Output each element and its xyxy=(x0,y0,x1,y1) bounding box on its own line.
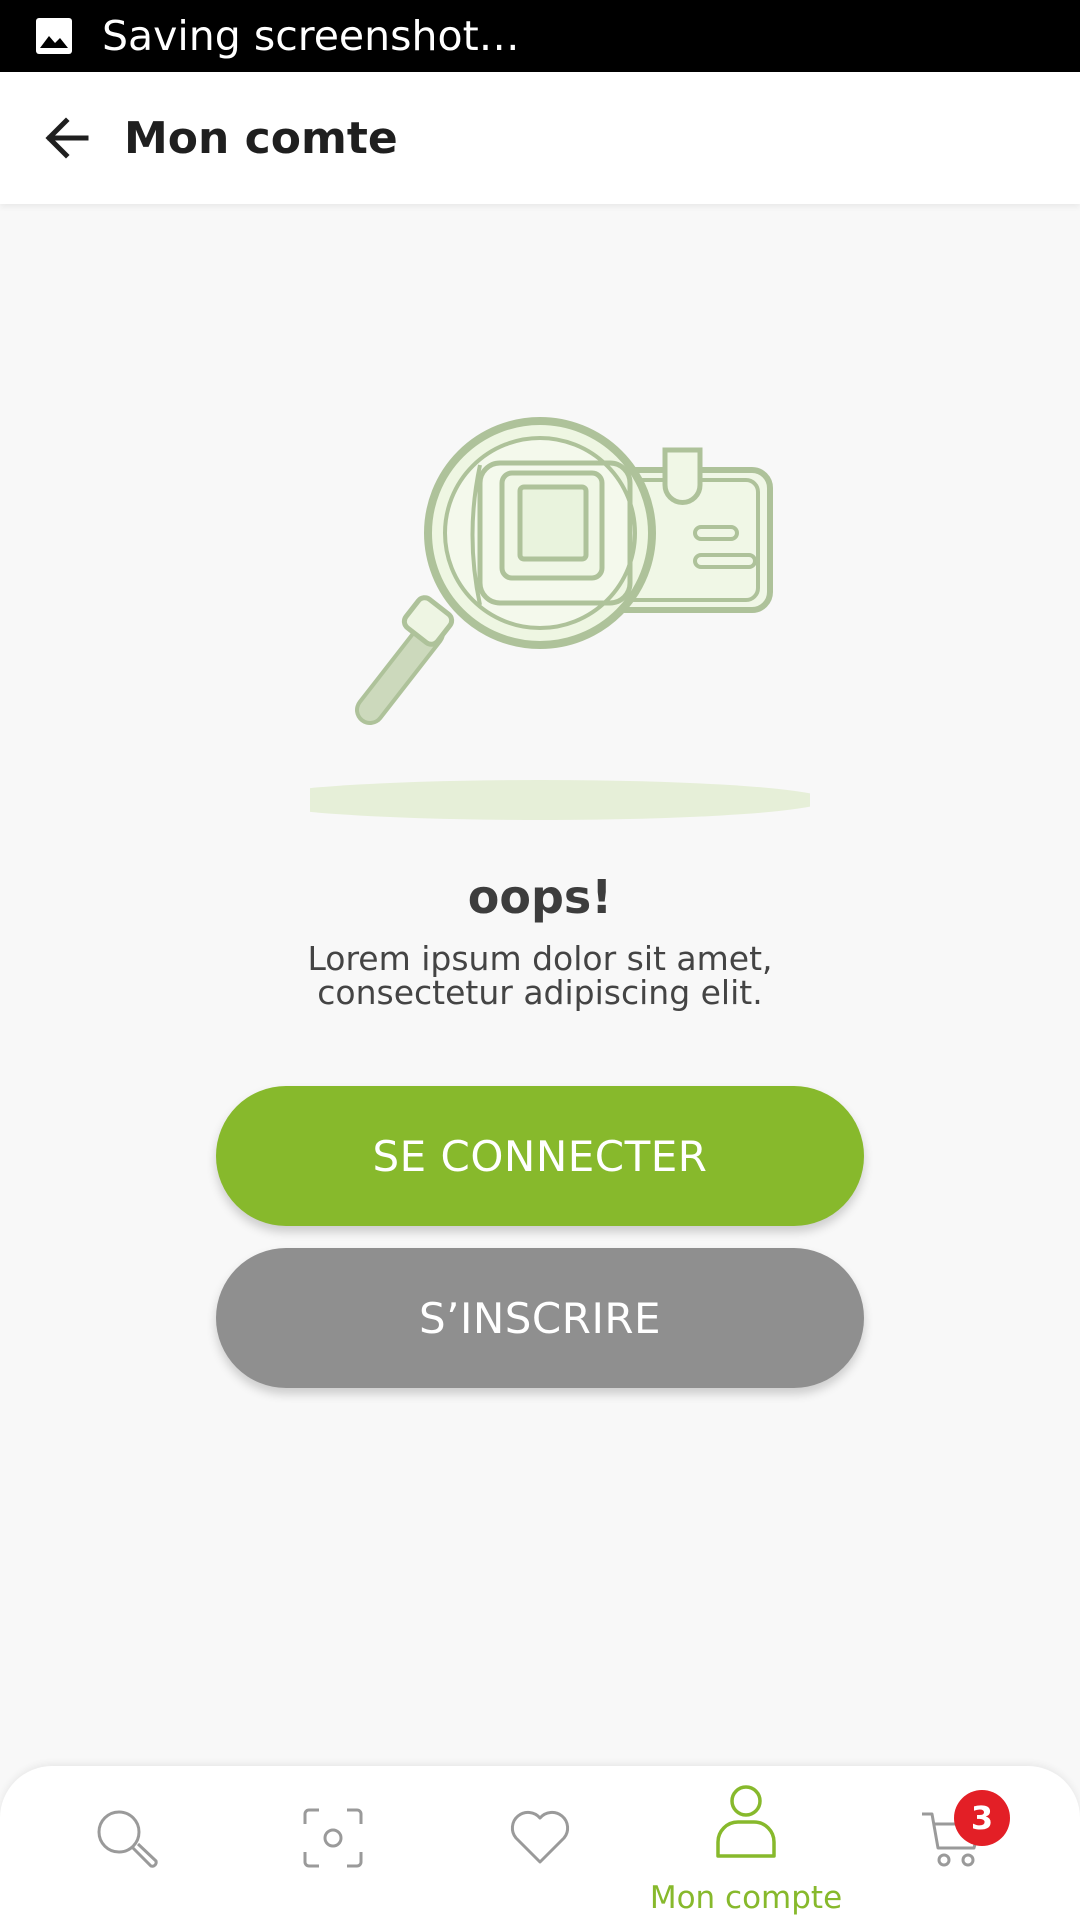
nav-item-favorites[interactable] xyxy=(432,1766,648,1920)
status-text: Saving screenshot… xyxy=(102,12,520,60)
magnifier-id-card-illustration xyxy=(310,417,810,820)
signup-button[interactable]: S’INSCRIRE xyxy=(216,1248,864,1388)
app-bar: Mon comte xyxy=(0,72,1080,204)
login-button[interactable]: SE CONNECTER xyxy=(216,1086,864,1226)
empty-state-heading: oops! xyxy=(467,870,613,924)
bottom-navigation: Mon compte xyxy=(0,1766,1080,1920)
nav-item-cart[interactable] xyxy=(845,1766,1061,1920)
status-bar: Saving screenshot… xyxy=(0,0,1080,72)
back-button[interactable] xyxy=(36,107,98,169)
arrow-back-icon xyxy=(45,117,89,159)
nav-item-account-label: Mon compte xyxy=(649,1880,843,1916)
cart-count-badge: 3 xyxy=(954,1790,1010,1846)
nav-item-scan[interactable] xyxy=(225,1766,441,1920)
heart-icon xyxy=(510,1810,570,1864)
empty-state-line-1: Lorem ipsum dolor sit amet, xyxy=(307,939,773,978)
image-icon xyxy=(36,18,72,54)
search-icon xyxy=(97,1810,158,1868)
user-icon xyxy=(716,1785,776,1858)
page-title: Mon comte xyxy=(124,112,398,164)
nav-item-account[interactable]: Mon compte xyxy=(638,1766,854,1920)
empty-state-line-2: consectetur adipiscing elit. xyxy=(317,973,763,1012)
scan-icon xyxy=(303,1808,363,1868)
nav-item-search[interactable] xyxy=(18,1766,234,1920)
empty-state-message: Lorem ipsum dolor sit amet, consectetur … xyxy=(0,942,1080,1010)
